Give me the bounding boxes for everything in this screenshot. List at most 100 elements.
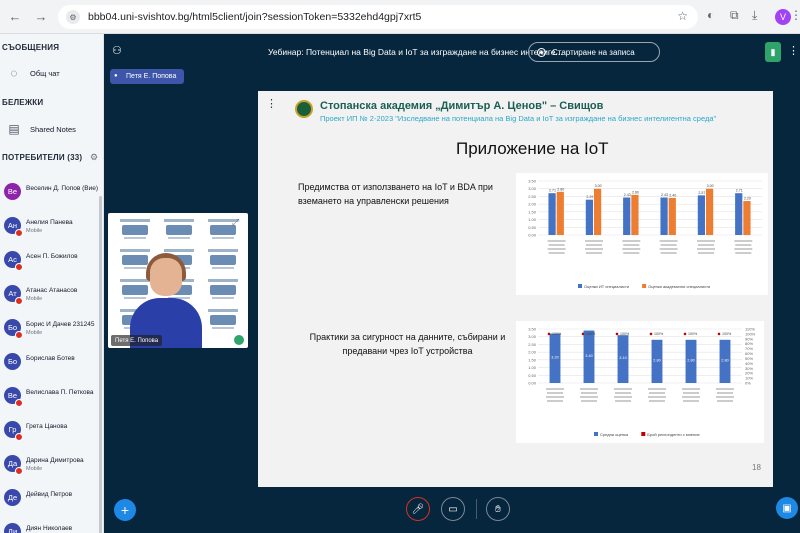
bar [668,197,676,235]
y-tick-label: 0.00 [528,381,537,386]
user-avatar: Де [4,489,21,506]
user-list-scrollbar[interactable] [99,196,102,533]
background-poster-tile [164,219,194,241]
y-tick-label: 1.00 [528,217,537,222]
user-list-item[interactable]: Ас Асен П. Божилов [0,248,100,278]
camera-button[interactable]: ▭ [441,497,465,521]
slide-section-benefits: Предимства от използването на IoT и BDA … [298,182,493,206]
user-name: Анелия Панева [26,219,73,226]
user-name: Веселин Д. Попов (Вие) [26,185,99,192]
camera-icon: ▭ [448,503,458,515]
user-list-item[interactable]: Ат Атанас Атанасов Mobile [0,282,100,312]
user-name: Велислава П. Петкова [26,389,94,396]
presenter-chip[interactable]: ● Петя Е. Попова [110,69,185,84]
point-label: 100% [586,332,596,336]
y2-tick-label: 90% [745,336,753,341]
data-label: 2.80 [721,358,728,362]
user-name: Борислав Ботев [26,355,75,362]
data-label: 2.80 [557,187,564,191]
browser-toolbar: ← → ↻ ⚙ bbb04.uni-svishtov.bg/html5clien… [0,0,800,34]
data-label: 2.71 [736,189,743,193]
point-marker [547,332,551,336]
y-tick-label: 2.50 [528,194,537,199]
extension-icon[interactable]: ◐ [707,8,714,22]
actions-plus-button[interactable]: + [114,499,136,521]
user-name: Атанас Атанасов [26,287,78,294]
background-poster-tile [208,249,238,271]
chat-toggle-button[interactable]: ▣ [776,497,798,519]
user-avatar: Бо [4,353,21,370]
user-name: Диян Николаев [26,525,73,532]
bookmark-star-icon[interactable]: ☆ [677,9,688,23]
record-label: Стартиране на записа [552,47,635,57]
mute-microphone-button[interactable]: 🎤︎ [406,497,430,521]
y2-tick-label: 70% [745,346,753,351]
user-name: Дейвид Петров [26,491,73,498]
y2-tick-label: 100% [745,331,756,336]
legend-swatch [578,284,582,288]
start-recording-button[interactable]: Стартиране на записа [528,42,660,62]
address-bar[interactable]: ⚙ bbb04.uni-svishtov.bg/html5client/join… [58,5,698,29]
data-label: 2.71 [549,189,556,193]
user-avatar: Ве [4,183,21,200]
slide-title: Приложение на IoT [456,139,609,158]
bar [735,193,743,235]
point-label: 100% [620,332,630,336]
puzzle-icon[interactable]: ⧉ [730,8,739,23]
user-list-item[interactable]: Ве Велислава П. Петкова [0,384,100,414]
expand-icon[interactable]: ⤢ [232,217,239,228]
bar [697,195,705,235]
menu-icon[interactable]: ⋮ [790,8,800,22]
user-list-item[interactable]: Гр Грета Цанова [0,418,100,448]
user-list-item[interactable]: Ве Веселин Д. Попов (Вие) [0,180,100,210]
profile-avatar[interactable]: V [775,9,791,25]
slide-options-icon[interactable]: ⋮ [266,97,280,111]
meeting-title: Уебинар: Потенциал на Big Data и IoT за … [268,47,563,57]
back-icon[interactable]: ← [4,6,26,28]
user-list-item[interactable]: Ди Диян Николаев [0,520,100,533]
legend-label: Средна оценка [600,432,629,437]
raise-hand-button[interactable]: ✋︎ [486,497,510,521]
user-list-item[interactable]: Де Дейвид Петров [0,486,100,516]
point-marker [649,332,653,336]
y-tick-label: 3.00 [528,334,537,339]
point-marker [717,332,721,336]
y2-tick-label: 80% [745,341,753,346]
user-list-item[interactable]: Бо Борис И Дачев 231245 Mobile [0,316,100,346]
site-info-icon[interactable]: ⚙ [66,10,80,24]
data-label: 2.40 [669,193,676,197]
url-text: bbb04.uni-svishtov.bg/html5client/join?s… [88,11,422,23]
presentation-slide: ⋮ Стопанска академия „Димитър А. Ценов" … [258,91,773,487]
y-tick-label: 1.00 [528,365,537,370]
user-list-item[interactable]: Ан Анелия Панева Mobile [0,214,100,244]
sidebar-item-public-chat[interactable]: ◌ Общ чат [0,65,103,81]
connection-status-icon[interactable]: ▮ [765,42,781,62]
muted-mic-icon [15,297,23,305]
data-label: 2.57 [698,191,705,195]
security-chart: 0.00 0.50 1.00 1.50 2.00 2.50 3.00 3.50 0% 10% 20%… [516,321,764,443]
user-list-item[interactable]: Бо Борислав Ботев [0,350,100,380]
users-settings-gear-icon[interactable]: ⚙ [90,152,98,163]
forward-icon[interactable]: → [30,6,52,28]
point-marker [615,332,619,336]
shared-notes-label: Shared Notes [30,124,76,134]
download-icon[interactable]: ⤓ [752,8,757,23]
bar [660,197,668,235]
data-label: 2.43 [624,193,631,197]
webcam-tile[interactable]: ⤢ Петя Е. Попова [108,213,248,348]
user-device: Mobile [26,330,43,336]
user-name: Борис И Дачев 231245 [26,321,95,328]
bar [585,199,593,235]
user-list-item[interactable]: Да Дарина Димитрова Mobile [0,452,100,482]
toggle-user-list-icon[interactable]: ⚇ [112,44,122,57]
microphone-off-icon: 🎤︎ [411,503,425,515]
slide-section-security: Практики за сигурност на данните, събира… [309,332,506,356]
sidebar: СЪОБЩЕНИЯ ◌ Общ чат БЕЛЕЖКИ ▤ Shared Not… [0,34,104,533]
webcam-connection-icon [234,335,244,345]
user-device: Mobile [26,466,43,472]
sidebar-item-shared-notes[interactable]: ▤ Shared Notes [0,121,103,137]
y-tick-label: 0.00 [528,233,537,238]
more-options-icon[interactable]: ⋮ [788,44,799,57]
y-tick-label: 3.50 [528,327,537,332]
presenter-name: Петя Е. Попова [126,73,177,80]
